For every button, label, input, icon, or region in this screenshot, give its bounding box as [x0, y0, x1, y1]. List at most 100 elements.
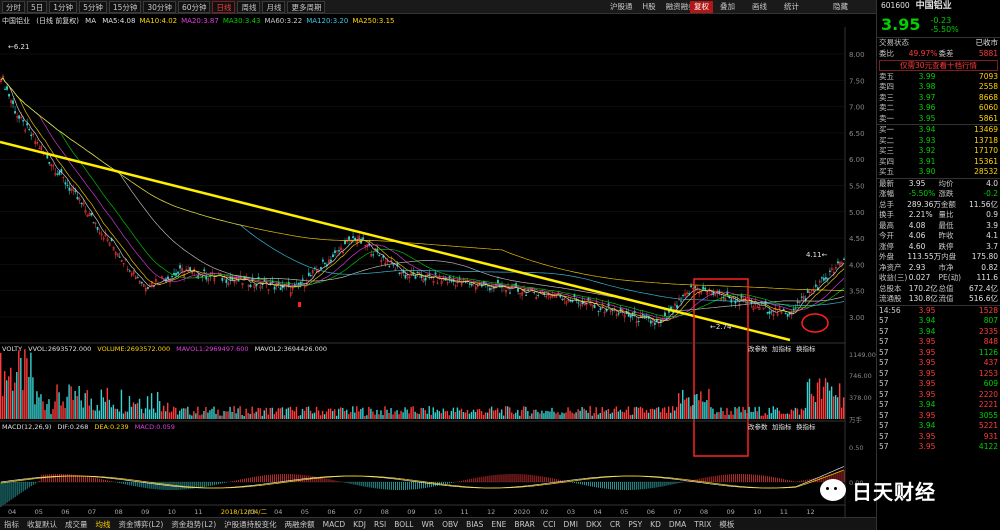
indicator-tab-21[interactable]: PSY: [624, 518, 646, 530]
stat-cell: 外盘: [879, 252, 894, 261]
period-tab-3[interactable]: 5分钟: [79, 0, 107, 13]
asks-l: 卖一: [879, 113, 894, 123]
period-tab-5[interactable]: 30分钟: [143, 0, 176, 13]
tick-row: 57 3.95 2220: [877, 390, 1000, 401]
indicator-tab-25[interactable]: 模板: [715, 518, 738, 530]
period-tab-0[interactable]: 分时: [2, 0, 25, 13]
volume-bar: [583, 408, 585, 419]
indicator-tab-16[interactable]: BRAR: [510, 518, 538, 530]
vol-tool-2[interactable]: 换指标: [796, 344, 816, 353]
candle-body: [96, 227, 99, 230]
indicator-tab-24[interactable]: TRIX: [690, 518, 715, 530]
period-tab-7[interactable]: 日线: [212, 0, 236, 13]
volume-bar: [569, 410, 571, 419]
indicator-tab-12[interactable]: WR: [417, 518, 438, 530]
candle-body: [398, 272, 401, 274]
volume-bar: [601, 407, 603, 419]
indicator-tab-7[interactable]: 两融余额: [281, 518, 319, 530]
indicator-tab-0[interactable]: 指标: [0, 518, 23, 530]
indicator-tab-15[interactable]: ENE: [487, 518, 510, 530]
volume-bar: [551, 407, 553, 419]
hide-button[interactable]: 隐藏: [833, 0, 848, 14]
indicator-tab-18[interactable]: DMI: [560, 518, 582, 530]
draw-line-button[interactable]: 画线: [752, 0, 767, 14]
candle-body: [649, 320, 652, 324]
macd-header-item: MACD:0.059: [135, 423, 175, 431]
volume-bar: [354, 412, 356, 419]
ma-value-4: MA60:3.22: [264, 17, 303, 25]
volume-bar: [458, 410, 461, 419]
candle-body: [617, 313, 620, 315]
candle-body: [824, 277, 827, 280]
indicator-tab-13[interactable]: OBV: [438, 518, 462, 530]
stat-row: 总手 289.36万 金额 11.56亿: [877, 200, 1000, 211]
volume-bar: [657, 407, 660, 419]
period-tab-1[interactable]: 5日: [27, 0, 48, 13]
indicator-tab-20[interactable]: CR: [606, 518, 624, 530]
volume-bar: [430, 414, 432, 419]
volume-bar: [448, 415, 451, 419]
indicator-tab-14[interactable]: BIAS: [462, 518, 487, 530]
ma-info-line: 中国铝业 (日线 前复权) MA MA5:4.08 MA10:4.02 MA20:3…: [0, 16, 876, 27]
indicator-tab-3[interactable]: 均线: [92, 518, 115, 530]
period-tab-4[interactable]: 15分钟: [108, 0, 142, 13]
volume-bar: [44, 409, 46, 419]
period-tab-2[interactable]: 1分钟: [49, 0, 78, 13]
level10-link[interactable]: 仅需30元查看十档行情: [879, 60, 998, 71]
vol-tool-1[interactable]: 加指标: [772, 344, 792, 353]
vol-tool-0[interactable]: 改参数: [748, 344, 768, 353]
macd-tool-0[interactable]: 改参数: [748, 422, 768, 431]
vol-header-item: VVOL:2693572.000: [28, 345, 91, 353]
indicator-tab-22[interactable]: KD: [646, 518, 665, 530]
asks-row: 卖二 3.96 6060: [877, 103, 1000, 114]
volume-bar: [527, 411, 529, 419]
indicator-tab-23[interactable]: DMA: [665, 518, 690, 530]
candle-body: [599, 308, 602, 310]
indicator-tab-4[interactable]: 资金博弈(L2): [115, 518, 168, 530]
ma-label: MA: [85, 17, 96, 25]
stat-cell: 3.95: [908, 178, 926, 188]
board-tag-1[interactable]: H股: [643, 2, 656, 11]
overlay-button[interactable]: 叠加: [720, 0, 735, 14]
kline-chart[interactable]: 8.00 7.50 7.00 6.50 6.00 5.50 5.00 4.50 4.00 3.50…: [0, 27, 876, 517]
indicator-tab-1[interactable]: 收复默认: [23, 518, 61, 530]
time-tick-label: 10: [753, 508, 761, 516]
volume-bar: [462, 412, 465, 419]
indicator-tab-8[interactable]: MACD: [319, 518, 349, 530]
volume-bar: [362, 407, 364, 419]
volume-bar: [619, 409, 622, 419]
volume-bar: [146, 396, 149, 419]
volume-bar: [573, 413, 575, 419]
candle-body: [414, 276, 417, 279]
fuquan-button[interactable]: 复权: [690, 1, 713, 13]
candle-body: [273, 286, 276, 290]
indicator-tab-19[interactable]: DKX: [582, 518, 606, 530]
macd-tool-1[interactable]: 加指标: [772, 422, 792, 431]
volume-bar: [714, 414, 716, 419]
tick-cell: 3.95: [918, 379, 936, 388]
indicator-tab-5[interactable]: 资金趋势(L2): [167, 518, 220, 530]
indicator-tab-2[interactable]: 成交量: [61, 518, 92, 530]
period-tab-8[interactable]: 周线: [237, 0, 261, 13]
volume-bar: [213, 406, 215, 419]
board-tag-0[interactable]: 沪股通: [610, 2, 633, 11]
indicator-tab-6[interactable]: 沪股通持股变化: [220, 518, 281, 530]
board-tag-2[interactable]: 融资融券: [666, 2, 690, 11]
stat-cell: 4.0: [986, 178, 998, 188]
period-tab-10[interactable]: 更多周期: [287, 0, 326, 13]
macd-tool-2[interactable]: 换指标: [796, 422, 816, 431]
period-tab-6[interactable]: 60分钟: [177, 0, 211, 13]
volume-bar: [704, 402, 706, 419]
volume-bar: [649, 408, 652, 419]
indicator-tab-17[interactable]: CCI: [539, 518, 560, 530]
candle-body: [177, 271, 179, 274]
indicator-tab-9[interactable]: KDJ: [349, 518, 370, 530]
volume-bar: [325, 411, 328, 419]
candle-body: [597, 310, 600, 312]
stats-button[interactable]: 统计: [784, 0, 799, 14]
indicator-tab-11[interactable]: BOLL: [390, 518, 417, 530]
volume-bar: [472, 409, 475, 419]
period-tab-9[interactable]: 月线: [262, 0, 286, 13]
volume-bar: [742, 407, 744, 419]
indicator-tab-10[interactable]: RSI: [370, 518, 390, 530]
